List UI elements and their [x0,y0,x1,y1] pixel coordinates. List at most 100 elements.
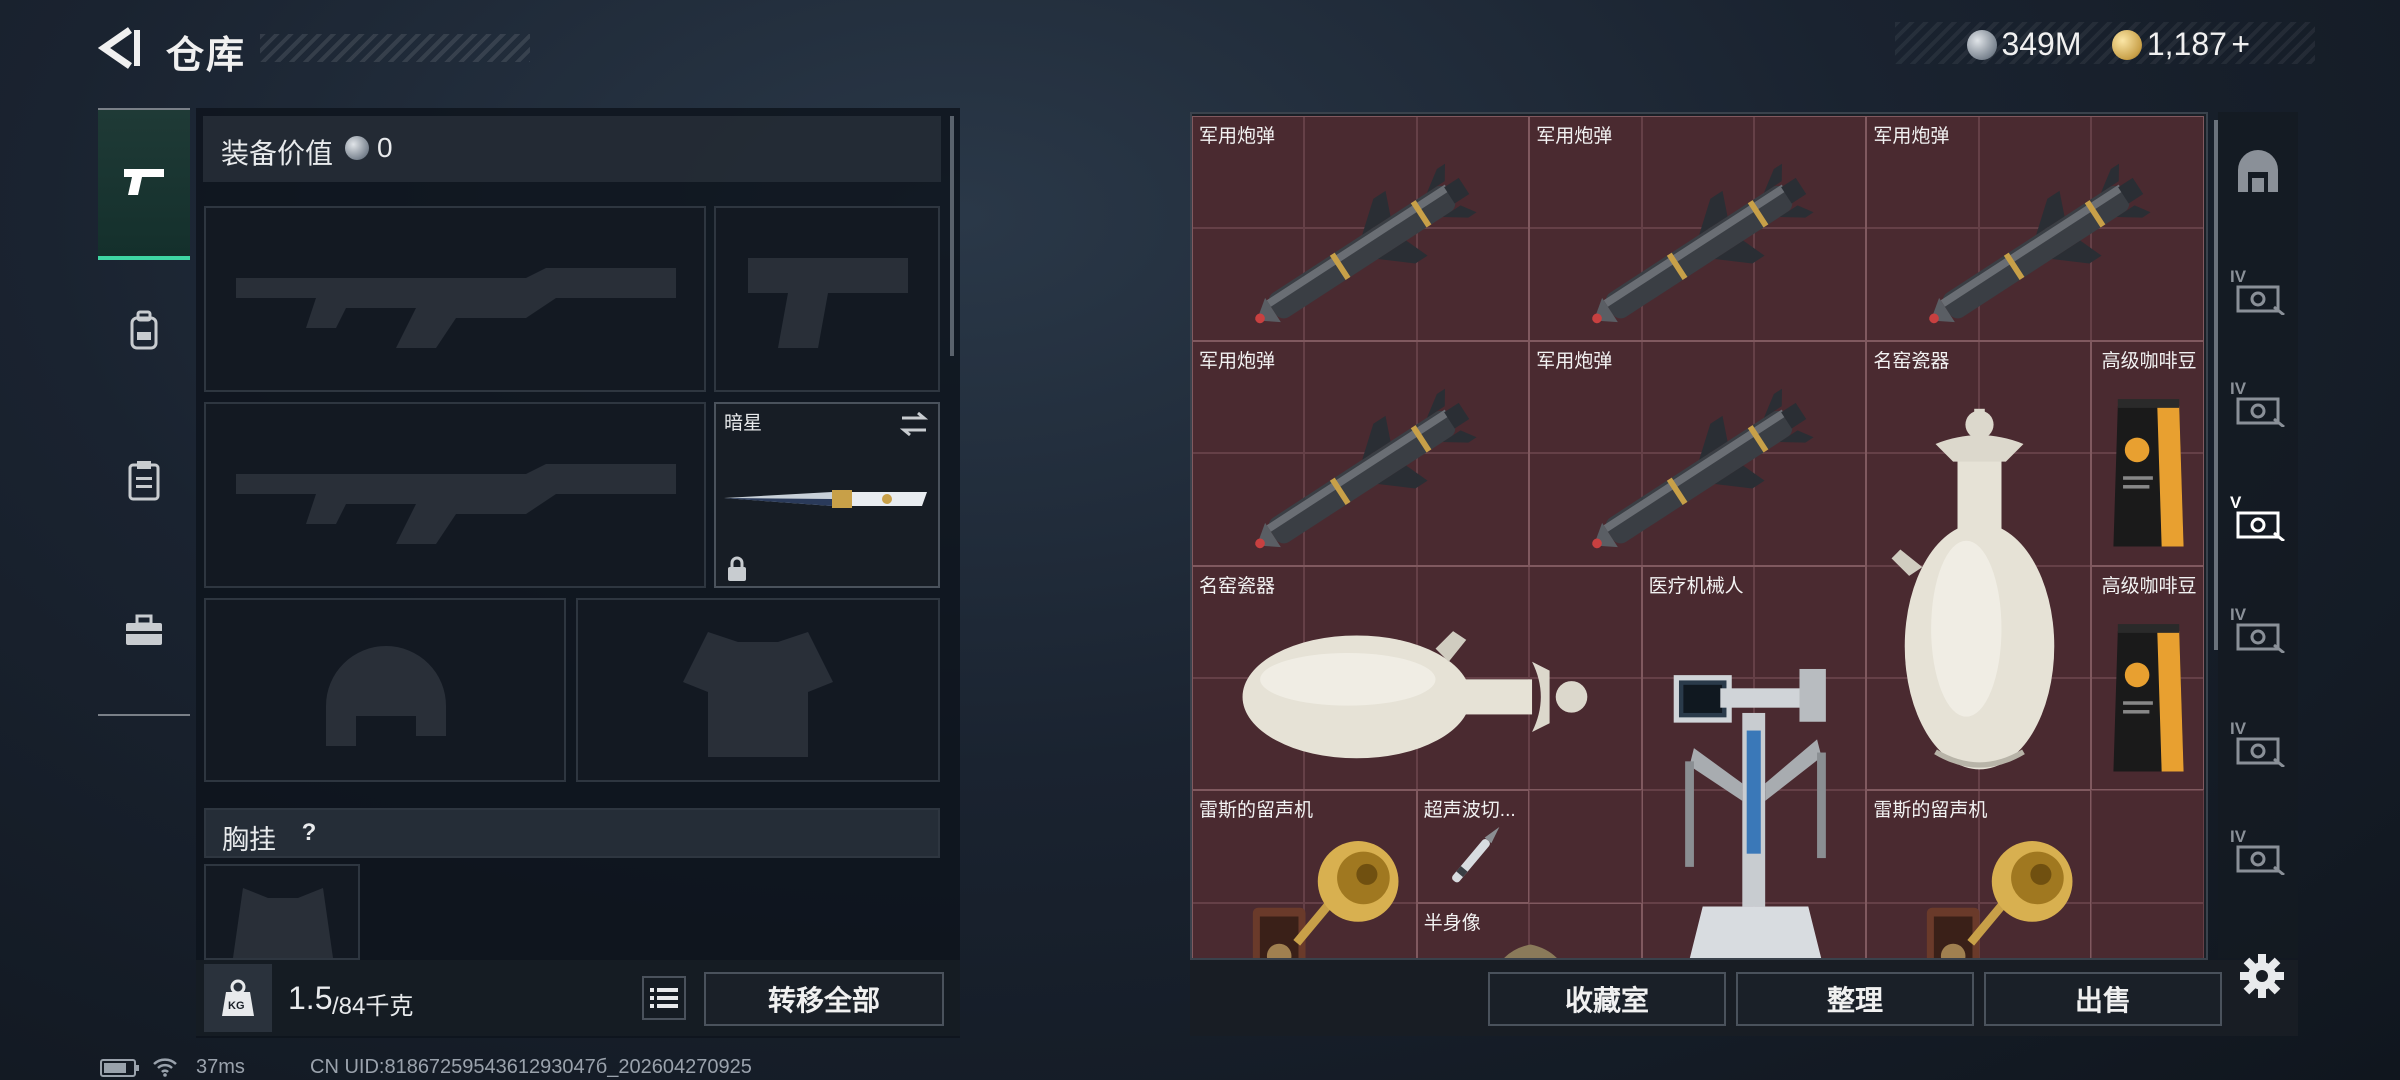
item-art [1876,820,2083,958]
melee-slot[interactable]: 暗星 [714,402,940,588]
right-tab-7[interactable]: IV [2218,792,2298,912]
item-label: 军用炮弹 [1536,350,1613,372]
gold-add-button[interactable]: + [2231,26,2250,62]
item-label: 军用炮弹 [1199,350,1276,372]
coffee-bag-icon [2113,398,2184,547]
right-tab-3[interactable]: IV [2218,344,2298,464]
equipment-scrollbar[interactable] [950,116,954,356]
helmet-slot[interactable] [204,598,566,782]
item-art [1207,146,1517,340]
stash-item[interactable]: 高级咖啡豆 [2091,565,2204,791]
porcelain-vase-icon [1242,630,1588,758]
stash-item[interactable]: 高级咖啡豆 [2091,340,2204,566]
item-art [2097,371,2200,565]
item-art [1202,820,1409,958]
stash-item[interactable]: 军用炮弹 [1866,116,2204,341]
backpack-icon [130,310,158,350]
equipment-value: 0 [377,132,393,163]
stash-item[interactable]: 名窑瓷器 [1866,340,2092,791]
item-label: 医疗机械人 [1648,575,1744,597]
item-label: 超声波切... [1423,800,1516,822]
artillery-shell-icon [1592,163,1814,324]
stash-item[interactable]: 雷斯的留声机 [1192,790,1417,958]
armor-slot[interactable] [576,598,940,782]
uid: CN UID:8186725954361293047б_202604270925 [310,1056,752,1078]
tier-iv-icon: IV [2230,827,2286,877]
stash-item[interactable]: 名窑瓷器 [1192,565,1642,791]
stash-item[interactable]: 雷斯的留声机 [1866,790,2092,958]
vest-silhouette-icon [683,632,833,757]
weight-icon [222,979,254,1016]
item-art [1211,596,1625,790]
tab-clipboard[interactable] [98,410,190,550]
item-label: 军用炮弹 [1536,126,1613,147]
helmet-silhouette-icon [326,646,446,746]
weight-current: 1.5 [288,980,333,1016]
stash-item[interactable]: 医疗机械人 [1641,565,1867,958]
right-tab-bar: IV IV V IV IV IV [2218,112,2298,958]
toolbox-icon [126,614,162,645]
melee-name: 暗星 [724,413,763,434]
right-tab-5[interactable]: IV [2218,570,2298,690]
stash-tier-iv-icon: IV [2230,267,2286,317]
coffee-bag-icon [2113,623,2184,772]
right-tab-6[interactable]: IV [2218,684,2298,804]
item-label: 名窑瓷器 [1873,350,1950,372]
stash-tier-iv-icon: IV [2230,379,2286,429]
collection-room-button[interactable]: 收藏室 [1488,972,1726,1026]
item-label: 雷斯的留声机 [1873,800,1988,822]
item-label: 高级咖啡豆 [2101,575,2197,597]
stash-item[interactable]: 军用炮弹 [1192,116,1530,341]
right-tab-1[interactable] [2218,112,2298,232]
wifi-icon [153,1058,177,1077]
stash-item[interactable]: 军用炮弹 [1529,116,1867,341]
weight-max: /84千克 [332,993,414,1020]
item-art [1544,371,1854,565]
stash-item[interactable]: 半身像 [1416,902,1642,958]
item-art [2097,596,2200,790]
grid-cell[interactable] [2091,790,2204,903]
equipment-value-label: 装备价值 [221,138,334,169]
gold-coin-icon [2112,29,2143,60]
pistol-silhouette-icon [748,258,908,348]
chest-rig-slot[interactable] [204,864,360,960]
silver-coin-icon [1967,29,1997,60]
artillery-shell-icon [1255,388,1477,548]
item-art [1881,146,2191,340]
right-tab-2[interactable]: IV [2218,232,2298,352]
artillery-shell-icon [1255,163,1477,324]
storage-arch-icon [2238,150,2278,192]
gramophone-icon [1252,841,1399,958]
tab-weapons[interactable] [98,110,190,260]
primary-weapon-slot[interactable] [204,206,706,392]
right-tab-4[interactable]: V [2218,458,2298,578]
tab-backpack[interactable] [98,260,190,400]
transfer-all-button[interactable]: 转移全部 [704,972,944,1026]
item-label: 雷斯的留声机 [1199,800,1314,822]
grid-cell[interactable] [1529,790,1642,903]
tab-toolbox[interactable] [98,560,190,700]
list-view-button[interactable] [642,976,686,1020]
sidearm-slot[interactable] [714,206,940,392]
workbench-tier-iv-icon: IV [2230,719,2286,769]
battery-icon [100,1059,139,1077]
help-icon[interactable]: ? [294,818,324,848]
gold-amount: 1,187 [2146,26,2227,62]
item-label: 高级咖啡豆 [2101,350,2197,372]
item-art [1544,146,1854,340]
sell-button[interactable]: 出售 [1984,972,2222,1026]
settings-button[interactable] [2238,952,2286,1000]
sort-button[interactable]: 整理 [1736,972,1974,1026]
tab-glyph [2236,737,2285,767]
secondary-weapon-slot[interactable] [204,402,706,588]
stash-item[interactable]: 军用炮弹 [1192,340,1530,566]
item-art [1876,400,2083,790]
grid-cell[interactable] [2091,902,2204,958]
silver-coin-icon [345,136,369,160]
lock-icon [728,556,746,581]
stash-item[interactable]: 军用炮弹 [1529,340,1867,566]
tab-glyph [2236,623,2285,653]
stash-item[interactable]: 超声波切... [1416,790,1530,903]
back-button[interactable] [96,24,144,72]
swap-icon[interactable] [898,410,930,438]
